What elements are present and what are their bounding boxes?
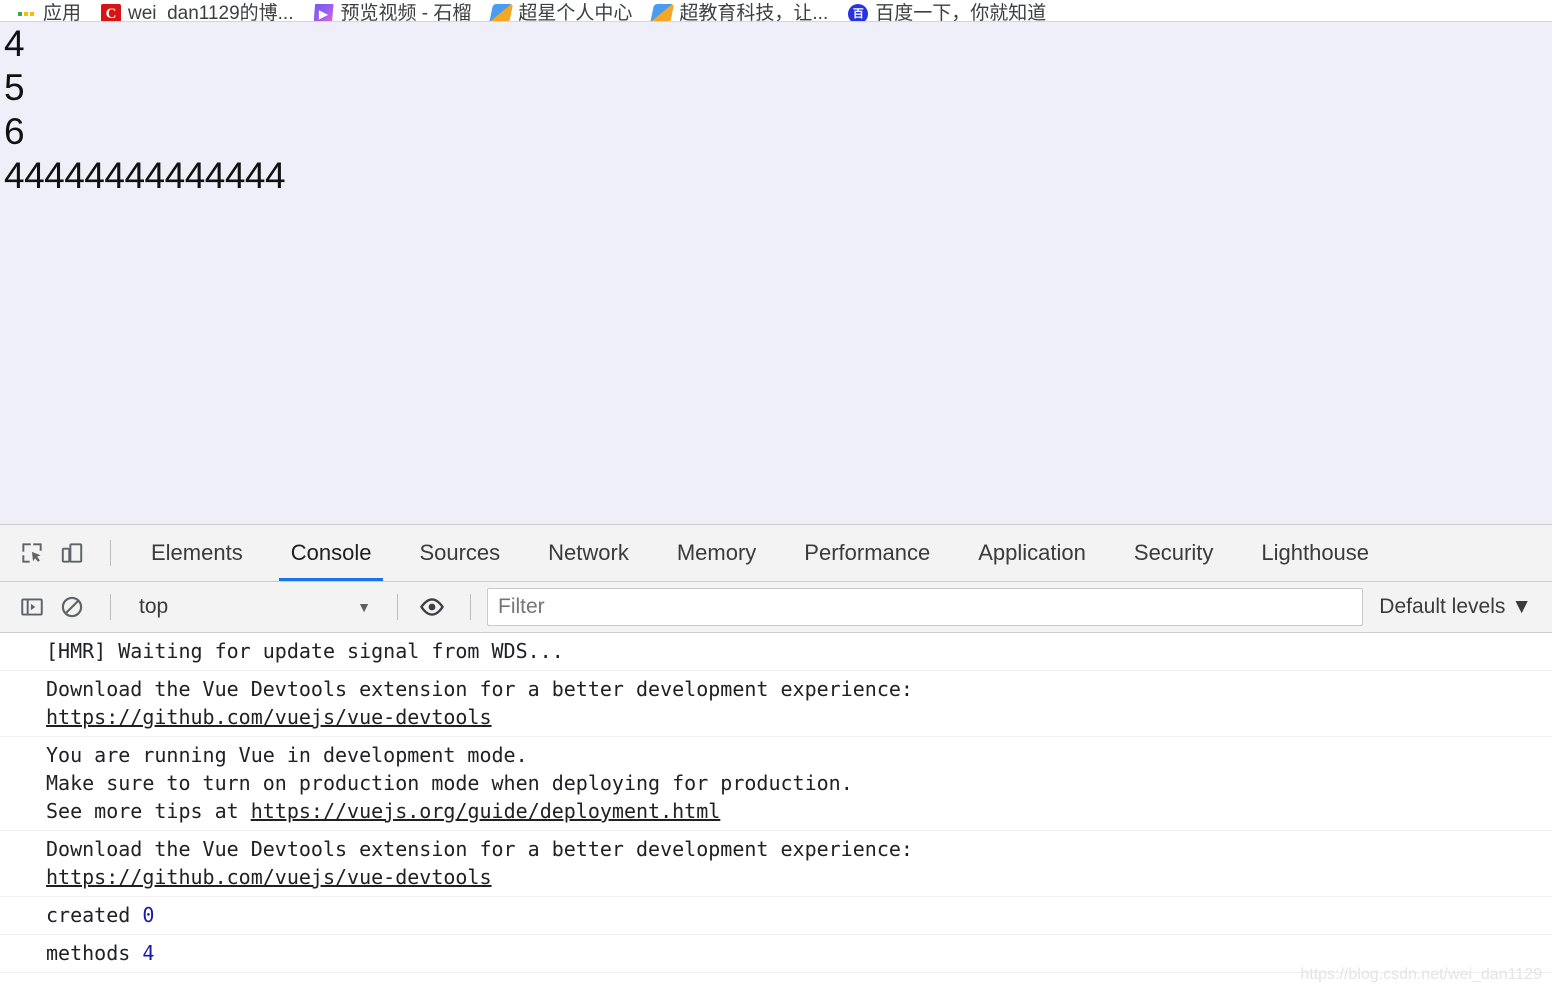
console-text: methods [46, 941, 143, 965]
execution-context-label: top [139, 595, 169, 618]
tab-application[interactable]: Application [954, 525, 1110, 581]
console-value-number: 0 [142, 903, 155, 927]
inspect-element-icon[interactable] [14, 535, 50, 571]
bookmark-item[interactable]: ▶ 预览视频 - 石榴 [304, 0, 482, 22]
chevron-down-icon: ▼ [1511, 595, 1532, 618]
bookmark-label: 百度一下，你就知道 [875, 3, 1047, 22]
log-levels-label: Default levels [1379, 595, 1506, 618]
console-message-vue-devtools-1: Download the Vue Devtools extension for … [0, 671, 1552, 737]
console-link[interactable]: https://vuejs.org/guide/deployment.html [251, 799, 721, 823]
console-message-vue-dev-mode: You are running Vue in development mode.… [0, 737, 1552, 831]
page-text-line: 4 [4, 23, 25, 64]
tab-memory[interactable]: Memory [653, 525, 780, 581]
page-viewport: 4 5 6 44444444444444 [0, 22, 1552, 524]
console-text: Download the Vue Devtools extension for … [46, 677, 913, 701]
baidu-favicon: 百 [848, 4, 869, 21]
apps-grid-icon [16, 4, 36, 21]
console-message-methods: methods 4 [0, 935, 1552, 973]
tab-console[interactable]: Console [267, 525, 396, 581]
bookmark-item[interactable]: 应用 [6, 0, 91, 22]
console-text: [HMR] Waiting for update signal from WDS… [46, 639, 564, 663]
chevron-down-icon: ▼ [357, 599, 371, 615]
bookmark-item[interactable]: Cwei_dan1129的博... [91, 0, 303, 22]
bookmark-label: 超教育科技，让... [679, 3, 829, 22]
bookmark-item[interactable]: 超教育科技，让... [642, 0, 838, 22]
toolbar-divider [110, 540, 111, 566]
console-filter-input[interactable] [487, 588, 1364, 626]
console-toolbar-divider-2 [397, 594, 398, 620]
console-message-list[interactable]: [HMR] Waiting for update signal from WDS… [0, 633, 1552, 992]
video-play-favicon: ▶ [313, 4, 334, 21]
bookmark-label: wei_dan1129的博... [128, 3, 294, 22]
csdn-favicon: C [101, 4, 122, 21]
bookmark-item[interactable]: 百百度一下，你就知道 [838, 0, 1056, 22]
console-sidebar-toggle-icon[interactable] [14, 589, 50, 625]
tab-security[interactable]: Security [1110, 525, 1237, 581]
chaoxing-favicon [489, 4, 514, 21]
console-link[interactable]: https://github.com/vuejs/vue-devtools [46, 705, 492, 729]
device-toolbar-icon[interactable] [54, 535, 90, 571]
clear-console-icon[interactable] [54, 589, 90, 625]
chaoxing-favicon [650, 4, 675, 21]
bookmarks-bar: 应用 Cwei_dan1129的博... ▶ 预览视频 - 石榴 超星个人中心 超教育科技… [0, 0, 1552, 22]
console-toolbar: top ▼ Default levels ▼ [0, 582, 1552, 633]
bookmark-label: 应用 [43, 3, 82, 22]
console-toolbar-divider-3 [470, 594, 471, 620]
devtools-panel: Elements Console Sources Network Memory Perfo… [0, 524, 1552, 992]
page-text-line: 6 [4, 111, 25, 152]
execution-context-select[interactable]: top ▼ [131, 590, 381, 624]
bookmark-label: 预览视频 - 石榴 [340, 3, 472, 22]
console-text: Download the Vue Devtools extension for … [46, 837, 913, 861]
log-levels-dropdown[interactable]: Default levels ▼ [1379, 595, 1532, 619]
tab-lighthouse[interactable]: Lighthouse [1237, 525, 1393, 581]
bookmark-item[interactable]: 超星个人中心 [481, 0, 642, 22]
console-message-vue-devtools-2: Download the Vue Devtools extension for … [0, 831, 1552, 897]
tab-performance[interactable]: Performance [780, 525, 954, 581]
bookmark-label: 超星个人中心 [518, 3, 633, 22]
console-link[interactable]: https://github.com/vuejs/vue-devtools [46, 865, 492, 889]
console-text: created [46, 903, 143, 927]
tab-elements[interactable]: Elements [127, 525, 267, 581]
tab-sources[interactable]: Sources [395, 525, 524, 581]
devtools-tabbar: Elements Console Sources Network Memory Perfo… [0, 525, 1552, 582]
console-message-hmr: [HMR] Waiting for update signal from WDS… [0, 633, 1552, 671]
console-toolbar-divider-1 [110, 594, 111, 620]
console-value-number: 4 [142, 941, 155, 965]
console-message-created: created 0 [0, 897, 1552, 935]
page-text-line: 44444444444444 [4, 155, 286, 196]
tab-network[interactable]: Network [524, 525, 653, 581]
page-text-line: 5 [4, 67, 25, 108]
live-expression-eye-icon[interactable] [414, 589, 450, 625]
